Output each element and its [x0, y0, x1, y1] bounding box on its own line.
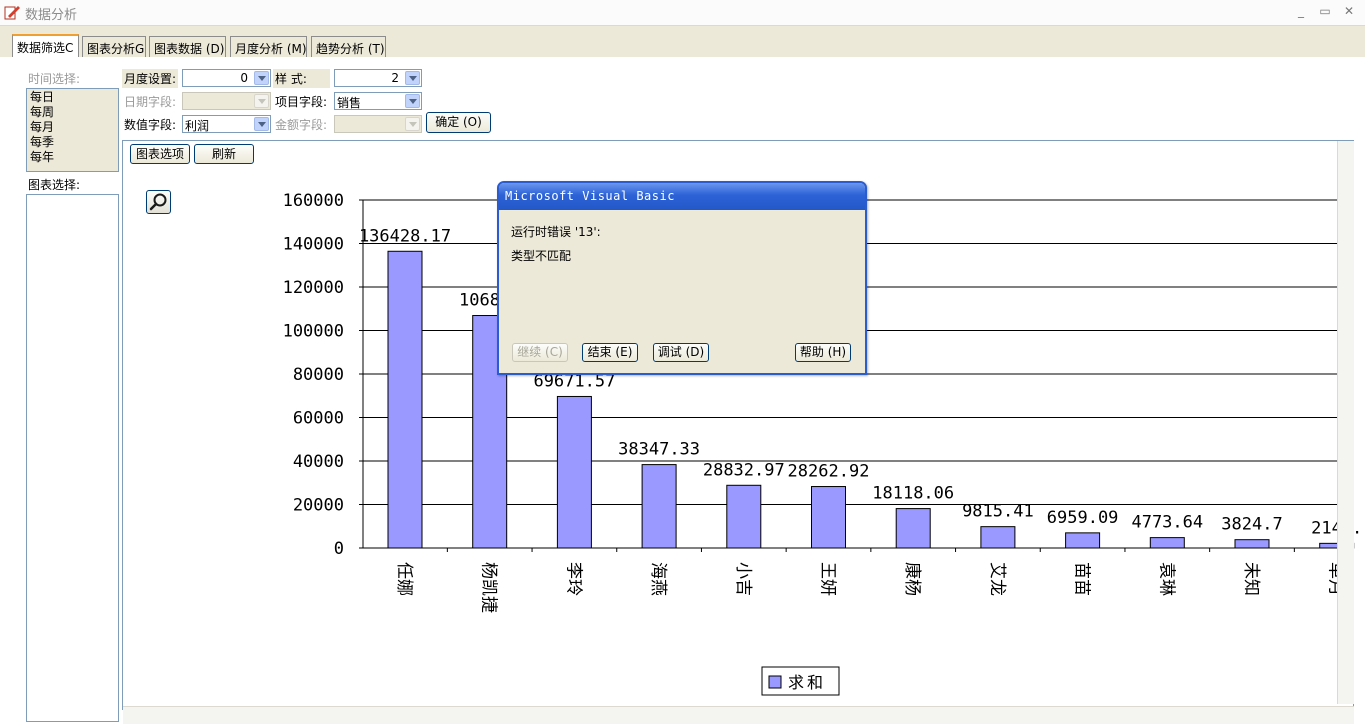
chart-bar [556, 395, 592, 549]
x-tick-label: 海燕 [648, 562, 668, 596]
x-tick-label: 李玲 [563, 562, 583, 596]
data-label: 9815.41 [962, 502, 1034, 522]
end-button[interactable]: 结束 (E) [582, 343, 638, 362]
y-tick-label: 100000 [283, 322, 344, 342]
chart-bar [387, 250, 423, 549]
chart-bar [1065, 532, 1101, 549]
y-tick-label: 60000 [293, 409, 344, 429]
debug-button[interactable]: 调试 (D) [653, 343, 709, 362]
x-tick-label: 苗苗 [1072, 562, 1092, 596]
y-tick-label: 0 [334, 539, 344, 559]
chart-bar [1149, 537, 1185, 549]
data-label: 136428.17 [359, 226, 451, 246]
x-tick-label: 小吉 [733, 562, 753, 596]
chart-bar [1234, 539, 1270, 549]
x-tick-label: 未知 [1241, 562, 1261, 596]
chart-bar [641, 464, 677, 549]
app-window: 数据分析 _ ▭ ✕ 数据筛选C 图表分析G 图表数据 (D) 月度分析 (M)… [0, 0, 1365, 725]
y-tick-label: 140000 [283, 235, 344, 255]
x-tick-label: 任娜 [394, 562, 414, 596]
dialog-title: Microsoft Visual Basic [505, 189, 675, 203]
y-tick-label: 80000 [293, 365, 344, 385]
y-tick-label: 40000 [293, 452, 344, 472]
chart-bar [980, 526, 1016, 549]
data-label: 28262.92 [788, 462, 870, 482]
error-dialog: Microsoft Visual Basic 运行时错误 '13': 类型不匹配… [497, 181, 867, 375]
error-message-text: 类型不匹配 [511, 249, 572, 263]
legend-label: 求和 [788, 673, 826, 692]
x-tick-label: 艾龙 [987, 562, 1007, 596]
data-label: 4773.64 [1131, 513, 1203, 533]
dialog-title-bar: Microsoft Visual Basic [499, 183, 865, 210]
data-label: 3824.7 [1221, 515, 1282, 535]
data-label: 18118.06 [872, 484, 954, 504]
vertical-scrollbar[interactable] [1337, 141, 1354, 704]
chart-bar [726, 484, 762, 549]
x-tick-label: 袁琳 [1156, 562, 1176, 596]
x-tick-label: 康杨 [902, 562, 922, 596]
y-tick-label: 160000 [283, 191, 344, 211]
x-tick-label: 杨凯捷 [479, 562, 499, 613]
data-label: 6959.09 [1047, 508, 1119, 528]
legend-swatch [768, 675, 782, 689]
horizontal-scrollbar[interactable] [123, 706, 1354, 724]
chart-bar [895, 508, 931, 549]
error-code-text: 运行时错误 '13': [511, 225, 601, 239]
x-tick-label: 王妍 [818, 562, 838, 596]
chart-bar [811, 486, 846, 549]
help-button[interactable]: 帮助 (H) [795, 343, 851, 362]
data-label: 28832.97 [703, 460, 785, 480]
continue-button: 继续 (C) [512, 343, 568, 362]
y-tick-label: 20000 [293, 496, 344, 516]
data-label: 38347.33 [618, 440, 700, 460]
y-tick-label: 120000 [283, 278, 344, 298]
